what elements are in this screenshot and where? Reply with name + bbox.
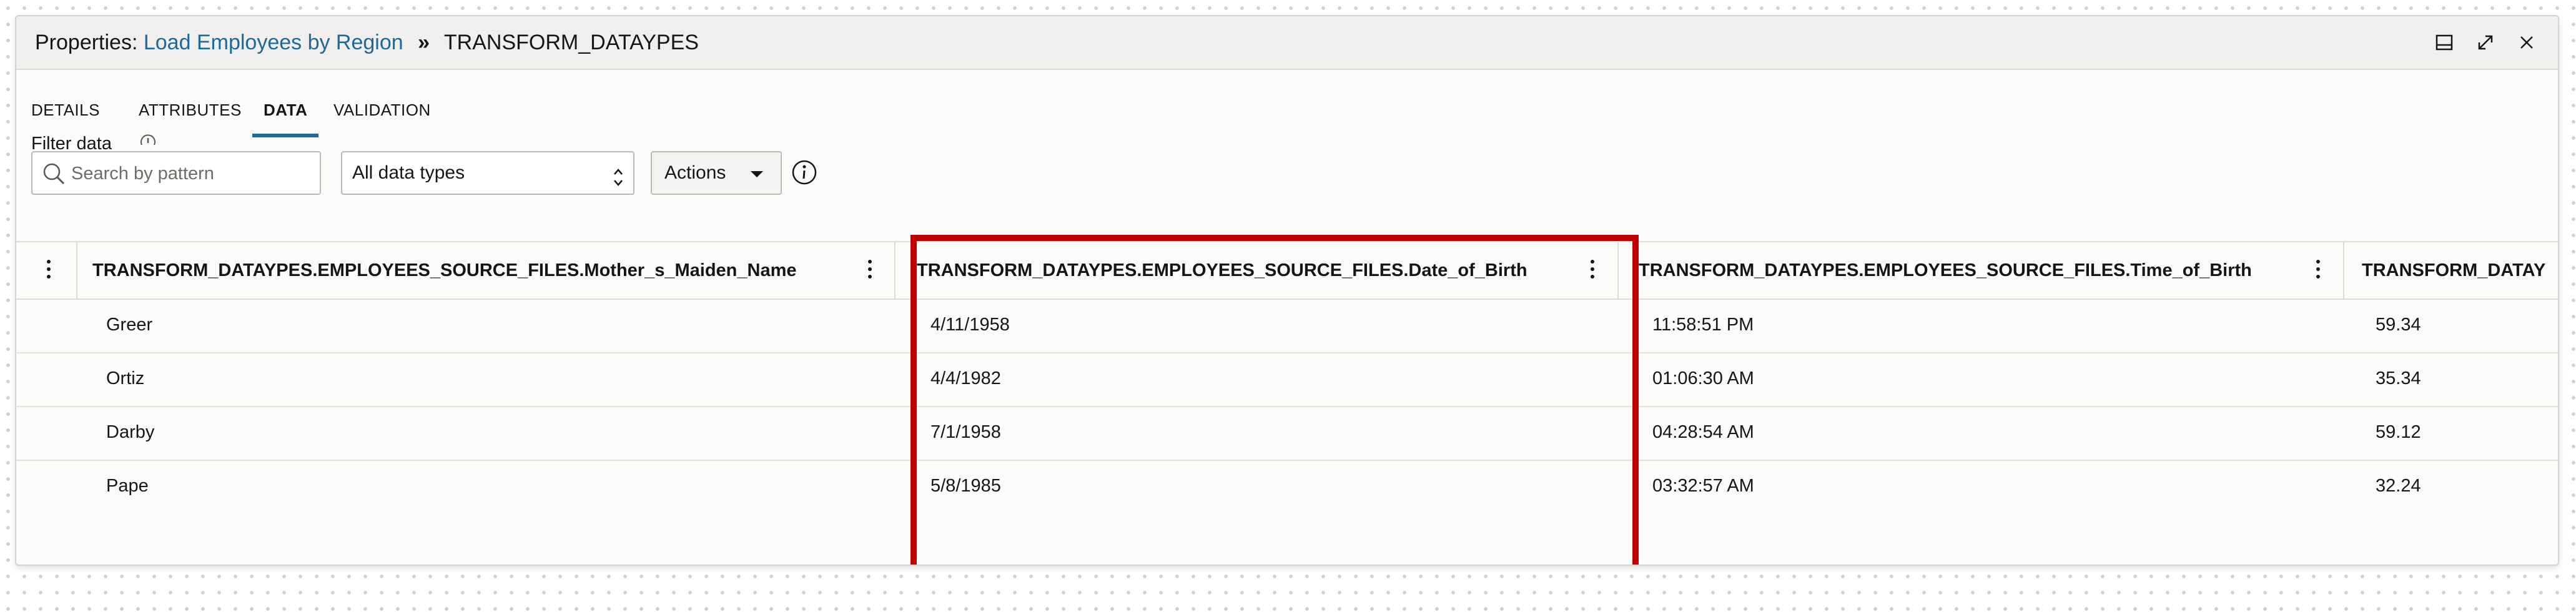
actions-menu-button[interactable]: Actions: [651, 151, 782, 195]
search-field: [31, 151, 321, 195]
row-menu-icon[interactable]: [46, 260, 51, 281]
column-menu-icon[interactable]: [867, 260, 872, 281]
cell-maiden-name: Darby: [106, 422, 155, 442]
column-menu-icon[interactable]: [1590, 260, 1595, 281]
window-controls: [2432, 30, 2539, 55]
column-header-date-of-birth[interactable]: TRANSFORM_DATAYPES.EMPLOYEES_SOURCE_FILE…: [917, 242, 1579, 299]
column-header-mothers-maiden-name[interactable]: TRANSFORM_DATAYPES.EMPLOYEES_SOURCE_FILE…: [92, 242, 842, 299]
cell-date-of-birth: 4/4/1982: [930, 368, 1001, 388]
datatype-select-value: All data types: [352, 162, 465, 183]
breadcrumb-link-flow[interactable]: Load Employees by Region: [144, 31, 403, 54]
tab-details[interactable]: DETAILS: [31, 84, 100, 137]
table-row[interactable]: Greer 4/11/1958 11:58:51 PM 59.34: [16, 300, 2558, 353]
cell-maiden-name: Pape: [106, 476, 149, 496]
column-menu-icon[interactable]: [2316, 260, 2321, 281]
datatype-select[interactable]: All data types: [341, 151, 634, 195]
panel-title: Properties: Load Employees by Region » T…: [35, 29, 699, 56]
tab-data[interactable]: DATA: [252, 84, 319, 137]
column-header-truncated[interactable]: TRANSFORM_DATAY: [2362, 242, 2558, 299]
tab-validation[interactable]: VALIDATION: [333, 84, 431, 137]
search-icon: [41, 161, 66, 189]
close-icon[interactable]: [2514, 30, 2539, 55]
title-prefix: Properties:: [35, 31, 138, 54]
cell-numeric: 32.24: [2376, 476, 2421, 496]
cell-date-of-birth: 4/11/1958: [930, 315, 1010, 335]
cell-time-of-birth: 01:06:30 AM: [1652, 368, 1754, 388]
info-icon[interactable]: [791, 159, 818, 189]
table-row[interactable]: Darby 7/1/1958 04:28:54 AM 59.12: [16, 407, 2558, 461]
cell-numeric: 35.34: [2376, 368, 2421, 388]
dock-panel-icon[interactable]: [2432, 30, 2457, 55]
cell-maiden-name: Greer: [106, 315, 153, 335]
tab-attributes[interactable]: ATTRIBUTES: [139, 84, 242, 137]
data-grid: TRANSFORM_DATAYPES.EMPLOYEES_SOURCE_FILE…: [16, 241, 2558, 565]
table-row[interactable]: Ortiz 4/4/1982 01:06:30 AM 35.34: [16, 353, 2558, 407]
breadcrumb-separator: »: [418, 31, 430, 54]
actions-label: Actions: [664, 162, 726, 183]
cell-time-of-birth: 03:32:57 AM: [1652, 476, 1754, 496]
breadcrumb-current: TRANSFORM_DATAYPES: [443, 31, 699, 54]
cell-numeric: 59.12: [2376, 422, 2421, 442]
table-row[interactable]: Pape 5/8/1985 03:32:57 AM 32.24: [16, 461, 2558, 515]
cell-date-of-birth: 5/8/1985: [930, 476, 1001, 496]
grid-header-row: TRANSFORM_DATAYPES.EMPLOYEES_SOURCE_FILE…: [16, 241, 2558, 300]
select-arrows-icon: [612, 162, 624, 204]
cell-numeric: 59.34: [2376, 315, 2421, 335]
cell-date-of-birth: 7/1/1958: [930, 422, 1001, 442]
search-input[interactable]: [70, 159, 316, 189]
maximize-icon[interactable]: [2473, 30, 2498, 55]
cell-time-of-birth: 04:28:54 AM: [1652, 422, 1754, 442]
caret-down-icon: [751, 171, 763, 177]
cell-time-of-birth: 11:58:51 PM: [1652, 315, 1754, 335]
cell-maiden-name: Ortiz: [106, 368, 145, 388]
panel-titlebar: Properties: Load Employees by Region » T…: [16, 16, 2558, 70]
properties-panel: Properties: Load Employees by Region » T…: [15, 15, 2559, 566]
filter-info-icon[interactable]: [139, 132, 157, 151]
column-header-time-of-birth[interactable]: TRANSFORM_DATAYPES.EMPLOYEES_SOURCE_FILE…: [1639, 242, 2307, 299]
